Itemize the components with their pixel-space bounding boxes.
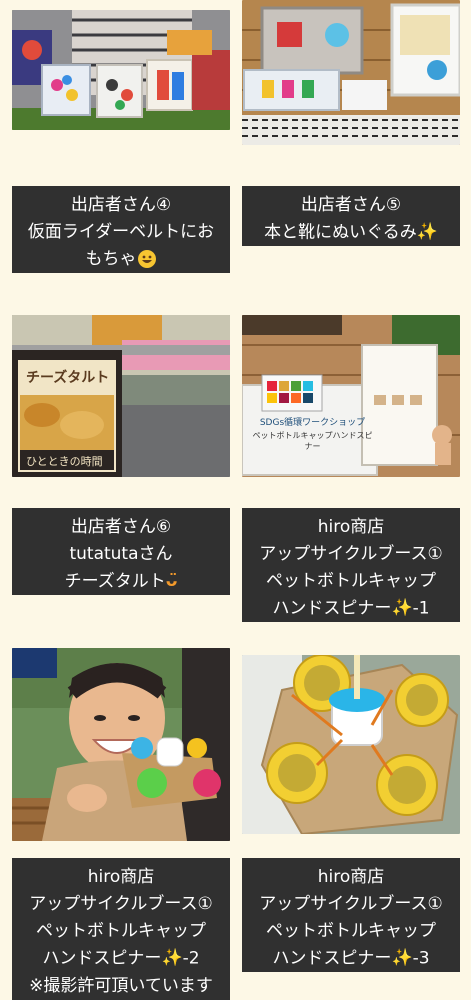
caption-vendor-6[interactable]: 出店者さん⑥ tutatutaさん チーズタルトᴗ̈ xyxy=(12,508,230,595)
tart-sign-bottom-text: ひとときの時間 xyxy=(26,455,103,468)
caption-line: ペットボトルキャップ xyxy=(36,921,206,941)
caption-line: 本と靴にぬいぐるみ✨ xyxy=(246,219,456,247)
caption-line: 出店者さん④ xyxy=(70,195,172,215)
caption-line: 出店者さん⑥ xyxy=(70,517,172,537)
photo-sdgs-workshop[interactable]: SDGs循環ワークショップ ペットボトルキャップハンドスピナー xyxy=(242,315,460,477)
sparkles-icon: ✨ xyxy=(416,222,438,242)
wink-emoji-icon: ᴗ̈ xyxy=(165,571,178,591)
caption-line: hiro商店 xyxy=(87,867,155,887)
photo-cheese-tart-stall[interactable]: チーズタルト ひとときの時間 xyxy=(12,315,230,477)
workshop-body-text: ペットボトルキャップハンドスピナー xyxy=(252,431,373,451)
caption-vendor-5[interactable]: 出店者さん⑤ 本と靴にぬいぐるみ✨ xyxy=(242,186,460,246)
caption-line: アップサイクルブース① xyxy=(259,894,443,914)
sparkles-icon: ✨ xyxy=(161,948,183,968)
caption-line: ハンドスピナー✨-3 xyxy=(246,945,456,973)
caption-hiro-1[interactable]: hiro商店 アップサイクルブース① ペットボトルキャップ ハンドスピナー✨-1 xyxy=(242,508,460,622)
smile-emoji-icon xyxy=(137,249,157,269)
caption-line: もちゃ xyxy=(16,246,226,273)
workshop-title-text: SDGs循環ワークショップ xyxy=(259,418,366,428)
photo-bottle-cap-spinner[interactable] xyxy=(242,655,460,834)
sparkles-icon: ✨ xyxy=(391,948,413,968)
caption-line: チーズタルトᴗ̈ xyxy=(16,568,226,596)
caption-line: tutatutaさん xyxy=(69,544,173,564)
caption-line: 仮面ライダーベルトにお xyxy=(27,222,215,242)
caption-line: ハンドスピナー✨-1 xyxy=(246,595,456,623)
photo-baskets-on-deck[interactable] xyxy=(242,0,460,145)
caption-line: ※撮影許可頂いています xyxy=(29,975,213,996)
caption-line: アップサイクルブース① xyxy=(29,894,213,914)
caption-vendor-4[interactable]: 出店者さん④ 仮面ライダーベルトにお もちゃ xyxy=(12,186,230,273)
caption-line: 出店者さん⑤ xyxy=(300,195,402,215)
photo-boy-with-spinner[interactable] xyxy=(12,648,230,841)
caption-line: hiro商店 xyxy=(317,867,385,887)
photo-toys-in-baskets[interactable] xyxy=(12,10,230,130)
caption-line: ペットボトルキャップ xyxy=(266,571,436,591)
caption-line: ハンドスピナー✨-2 xyxy=(16,945,226,973)
caption-hiro-3[interactable]: hiro商店 アップサイクルブース① ペットボトルキャップ ハンドスピナー✨-3 xyxy=(242,858,460,972)
sparkles-icon: ✨ xyxy=(391,598,413,618)
caption-line: ペットボトルキャップ xyxy=(266,921,436,941)
caption-line: hiro商店 xyxy=(317,517,385,537)
caption-line: アップサイクルブース① xyxy=(259,544,443,564)
tart-sign-text: チーズタルト xyxy=(26,370,110,386)
caption-hiro-2[interactable]: hiro商店 アップサイクルブース① ペットボトルキャップ ハンドスピナー✨-2… xyxy=(12,858,230,1000)
